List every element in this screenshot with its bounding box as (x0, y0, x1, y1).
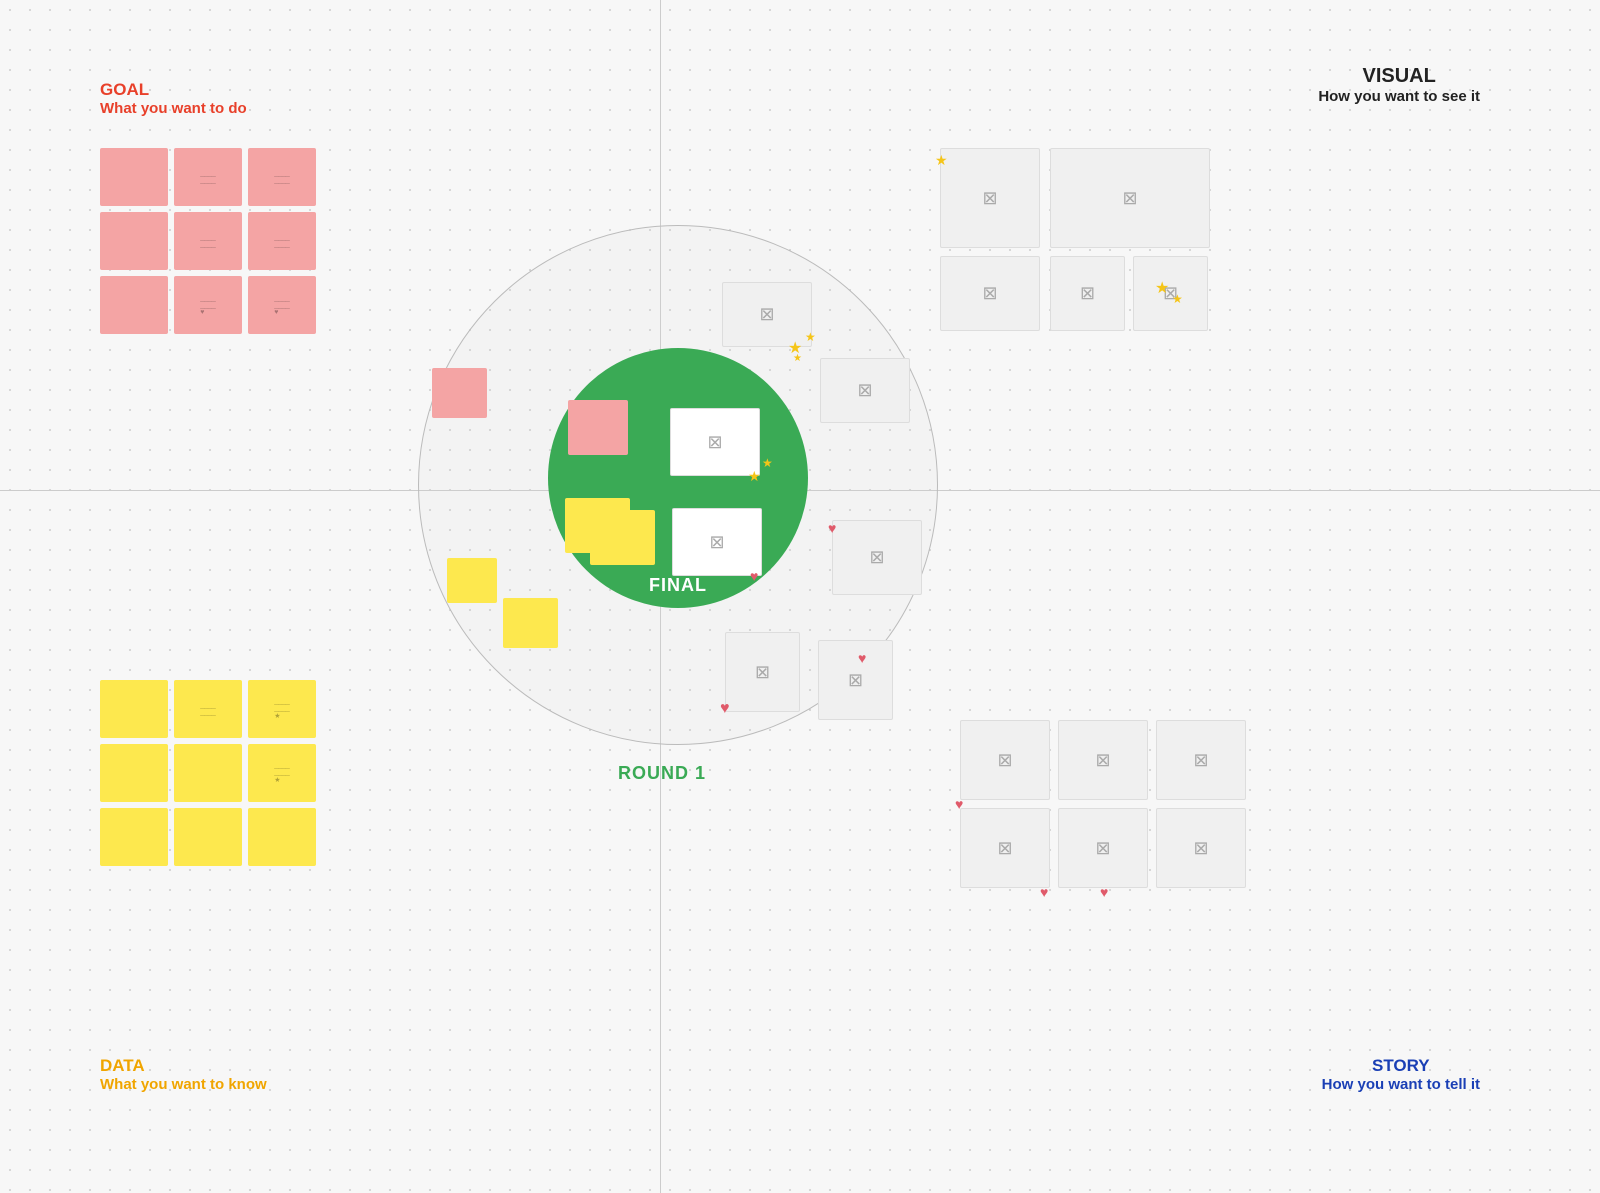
data-cell (248, 808, 316, 866)
goal-cell: ________ (248, 148, 316, 206)
goal-cell: ________ (174, 148, 242, 206)
pink-sticky-center (568, 400, 628, 455)
image-icon: ⊠ (982, 188, 997, 209)
image-icon: ⊠ (1095, 838, 1110, 859)
goal-cell: ________♥ (248, 276, 316, 334)
img-card-below2: ⊠ (818, 640, 893, 720)
data-cell (100, 680, 168, 738)
data-grid: ________ ________★ ________★ (100, 680, 316, 866)
visual-card-wide: ⊠ (1050, 148, 1210, 248)
image-icon: ⊠ (1095, 750, 1110, 771)
heart-icon: ♥ (828, 520, 836, 536)
goal-label: GOAL What you want to do (100, 80, 247, 117)
data-main-label: DATA (100, 1056, 267, 1076)
image-icon: ⊠ (1193, 750, 1208, 771)
data-cell (174, 744, 242, 802)
visual-label: VISUAL How you want to see it (1318, 65, 1480, 105)
star-icon: ★ (762, 456, 773, 470)
story-card: ⊠ (1058, 720, 1148, 800)
star-icon: ★ (1172, 292, 1183, 306)
goal-cell: ________♥ (174, 276, 242, 334)
star-icon: ★ (935, 152, 948, 169)
story-card: ⊠ (1058, 808, 1148, 888)
yellow-sticky-outer1 (447, 558, 497, 603)
yellow-sticky-center2 (590, 510, 655, 565)
image-icon: ⊠ (997, 838, 1012, 859)
goal-cell (100, 212, 168, 270)
goal-cell (100, 148, 168, 206)
star-icon: ★ (1155, 278, 1169, 298)
heart-icon: ♥ (858, 650, 866, 666)
yellow-sticky-outer2 (503, 598, 558, 648)
round1-label: ROUND 1 (618, 763, 706, 784)
data-cell: ________★ (248, 680, 316, 738)
goal-main-label: GOAL (100, 80, 247, 100)
data-cell (100, 808, 168, 866)
image-icon: ⊠ (1122, 188, 1137, 209)
story-card: ⊠ (1156, 720, 1246, 800)
heart-icon: ♥ (1100, 884, 1108, 900)
image-icon: ⊠ (707, 432, 722, 453)
visual-card-med: ⊠ (940, 256, 1040, 331)
story-main-label: STORY (1322, 1056, 1480, 1076)
img-card-center-bot: ⊠ (672, 508, 762, 576)
visual-sub-label: How you want to see it (1318, 88, 1480, 105)
image-icon: ⊠ (857, 380, 872, 401)
goal-sub-label: What you want to do (100, 100, 247, 117)
img-card-lower-right1: ⊠ (832, 520, 922, 595)
image-icon: ⊠ (759, 304, 774, 325)
visual-card-sm1: ⊠ (1050, 256, 1125, 331)
visual-card-sm2: ⊠ (1133, 256, 1208, 331)
story-label: STORY How you want to tell it (1322, 1056, 1480, 1093)
image-icon: ⊠ (709, 532, 724, 553)
data-sub-label: What you want to know (100, 1076, 267, 1093)
image-icon: ⊠ (755, 662, 770, 683)
goal-grid: ________ ________ ________ ________ ____… (100, 148, 316, 334)
visual-card-large: ⊠ (940, 148, 1040, 248)
story-card: ⊠ (960, 808, 1050, 888)
pink-sticky-scattered (432, 368, 487, 418)
img-card-mid-right: ⊠ (820, 358, 910, 423)
image-icon: ⊠ (997, 750, 1012, 771)
goal-cell: ________ (248, 212, 316, 270)
goal-cell: ________ (174, 212, 242, 270)
data-cell (100, 744, 168, 802)
data-cell: ________★ (248, 744, 316, 802)
img-card-center-top: ⊠ (670, 408, 760, 476)
visual-main-label: VISUAL (1318, 65, 1480, 88)
image-icon: ⊠ (869, 547, 884, 568)
img-card-below1: ⊠ (725, 632, 800, 712)
image-icon: ⊠ (1080, 283, 1095, 304)
data-label: DATA What you want to know (100, 1056, 267, 1093)
star-icon: ★ (793, 353, 802, 364)
canvas: FINAL ROUND 1 GOAL What you want to do V… (0, 0, 1600, 1193)
star-icon: ★ (805, 330, 816, 344)
data-cell (174, 808, 242, 866)
image-icon: ⊠ (982, 283, 997, 304)
heart-icon: ♥ (750, 568, 758, 584)
image-icon: ⊠ (848, 670, 863, 691)
story-card: ⊠ (960, 720, 1050, 800)
image-icon: ⊠ (1193, 838, 1208, 859)
final-label: FINAL (649, 575, 707, 596)
heart-icon: ♥ (1040, 884, 1048, 900)
star-icon: ★ (748, 468, 761, 485)
heart-icon: ♥ (720, 700, 730, 718)
story-sub-label: How you want to tell it (1322, 1076, 1480, 1093)
story-card: ⊠ (1156, 808, 1246, 888)
heart-icon: ♥ (955, 796, 963, 812)
goal-cell (100, 276, 168, 334)
data-cell: ________ (174, 680, 242, 738)
